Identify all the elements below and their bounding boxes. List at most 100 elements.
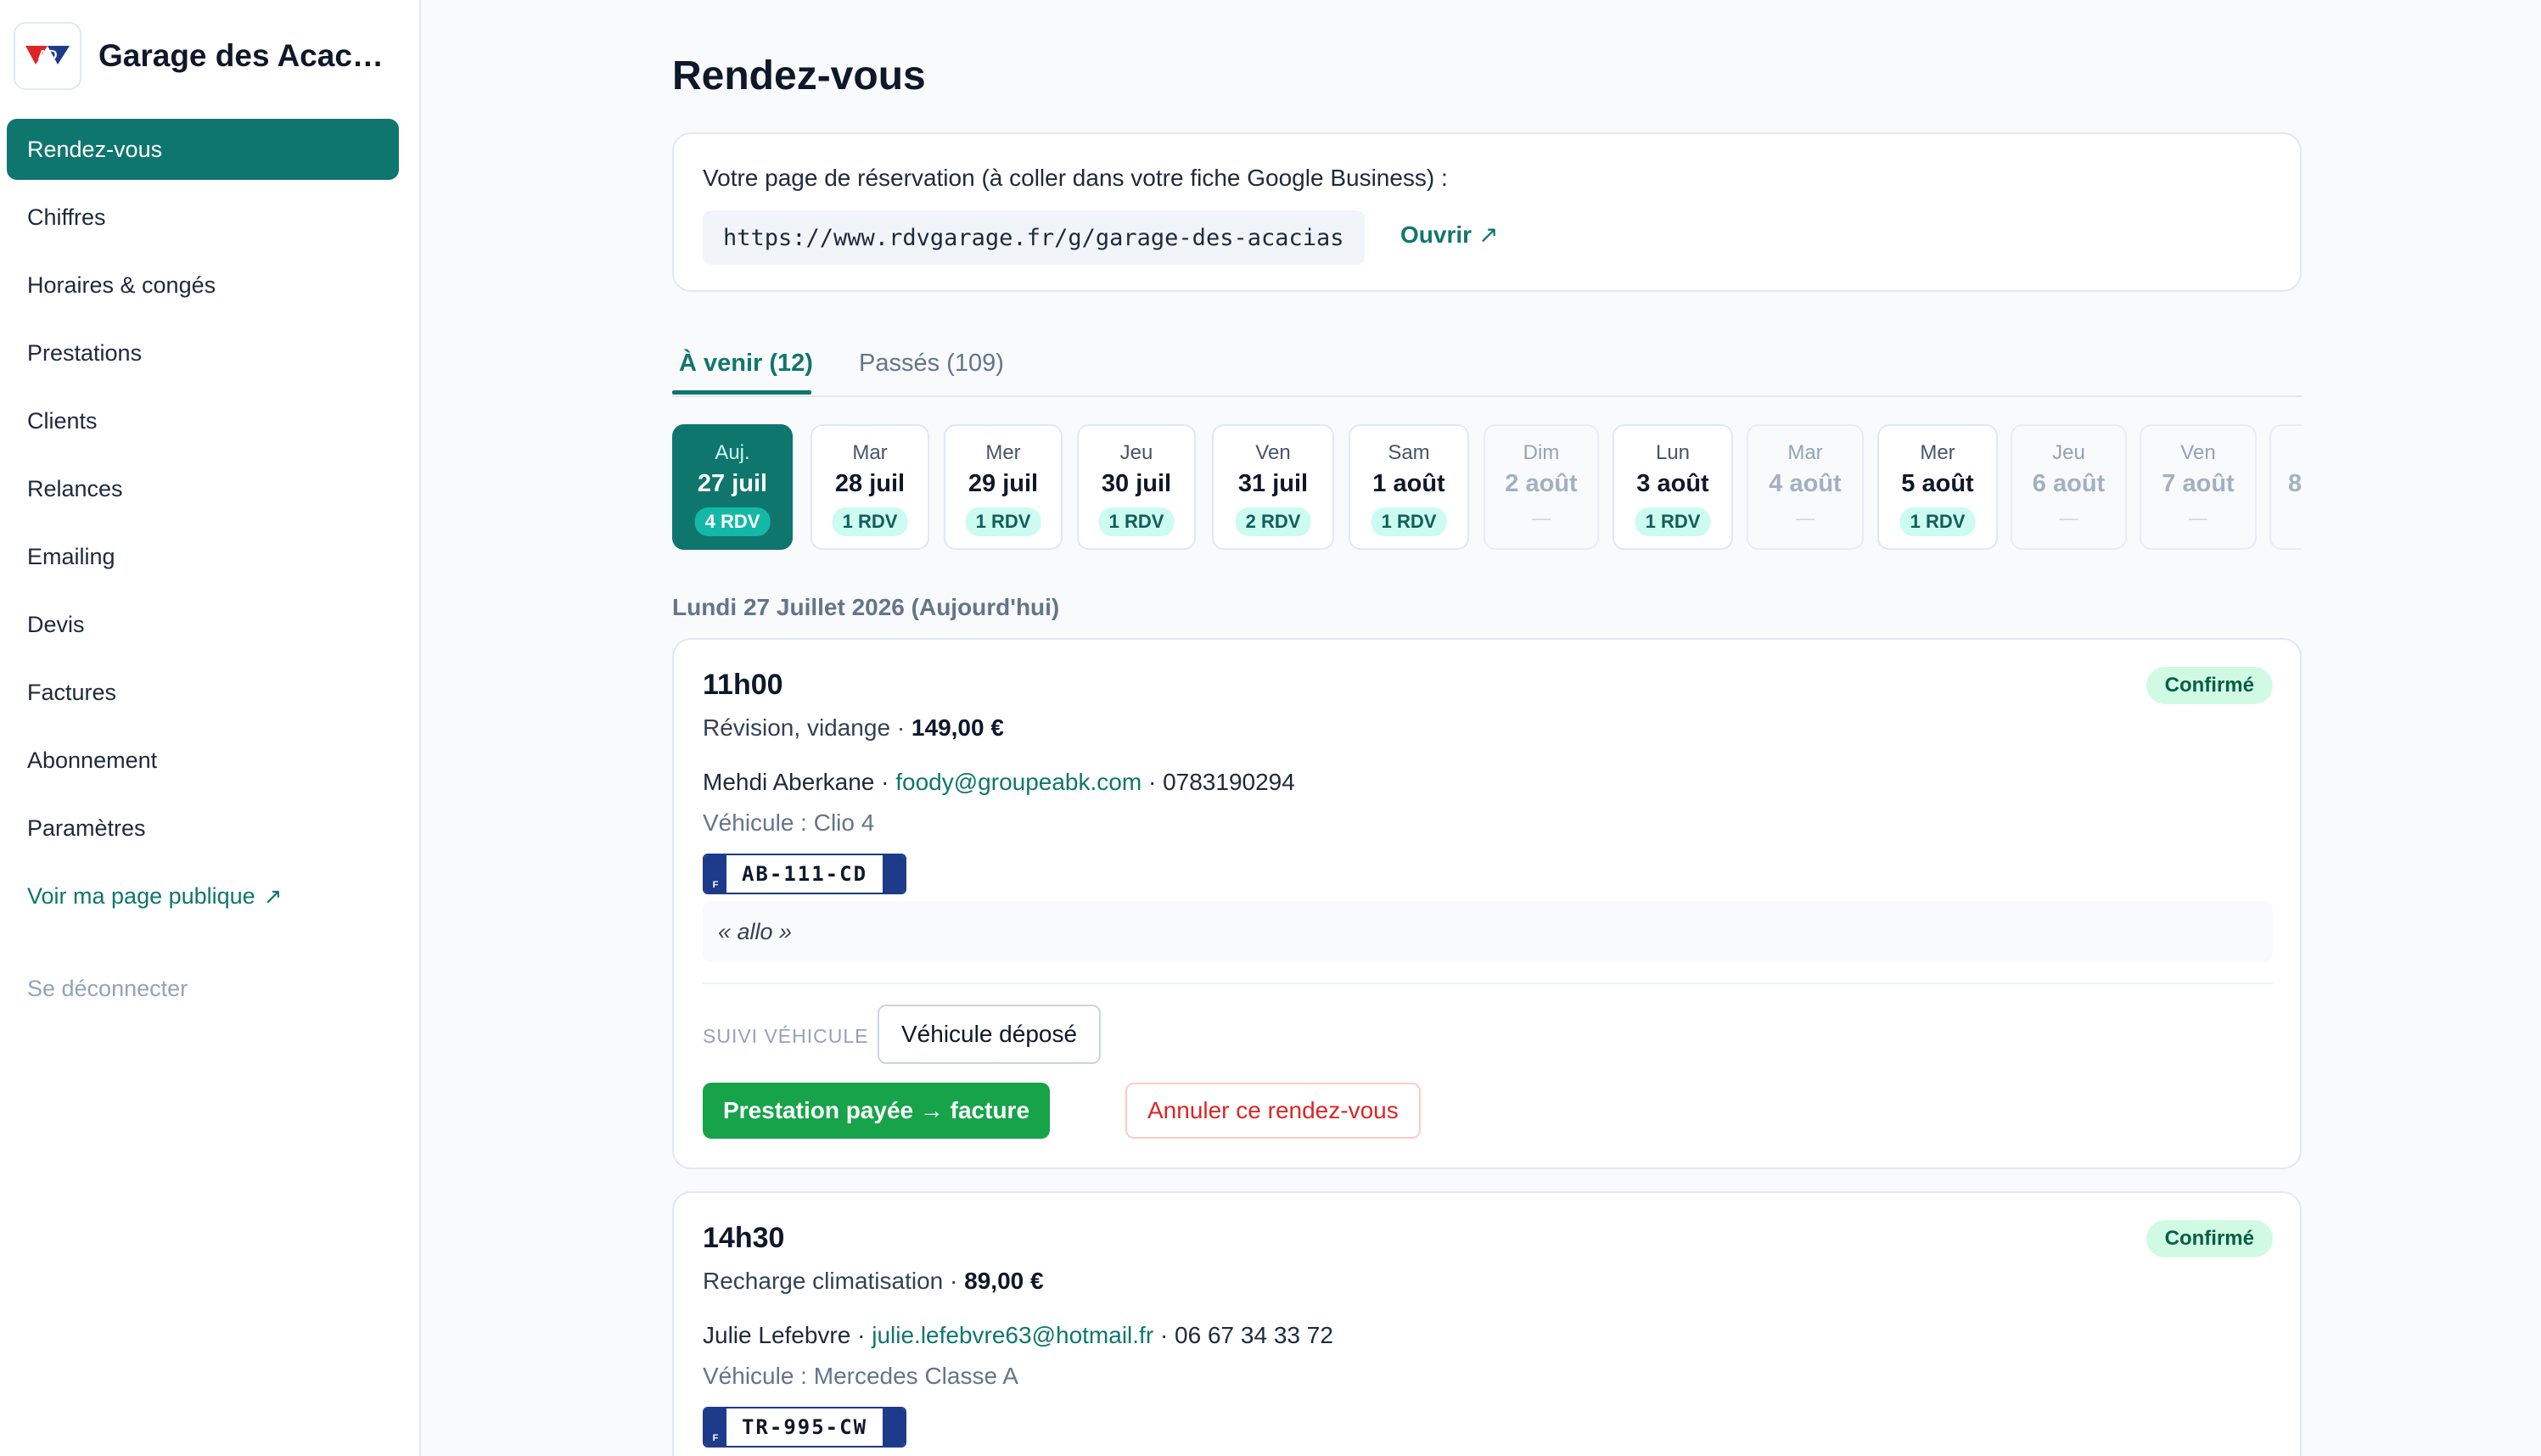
day-count-badge: 1 RDV: [1635, 507, 1711, 536]
sidebar-item-parametres[interactable]: Paramètres: [7, 798, 399, 859]
no-appointments-dash: —: [1796, 507, 1815, 529]
brand[interactable]: AD Garage des Acacias: [14, 22, 387, 90]
sidebar-nav: Rendez-vous Chiffres Horaires & congés P…: [7, 119, 399, 933]
sidebar-item-chiffres[interactable]: Chiffres: [7, 187, 399, 248]
status-badge: Confirmé: [2146, 667, 2273, 704]
sidebar-item-relances[interactable]: Relances: [7, 458, 399, 519]
day-date: 8: [2288, 470, 2302, 497]
plate-country-band: F: [704, 855, 726, 893]
status-badge: Confirmé: [2146, 1220, 2273, 1257]
day-name: Sam: [1388, 441, 1430, 464]
day-date: 3 août: [1636, 470, 1709, 497]
no-appointments-dash: —: [2189, 507, 2207, 529]
open-booking-link[interactable]: Ouvrir ↗: [1400, 221, 1499, 249]
day-name: Mar: [852, 441, 888, 464]
day-strip: Auj. 27 juil 4 RDV Mar 28 juil 1 RDV Mer…: [672, 424, 2302, 552]
appointment-time: 11h00: [703, 669, 783, 701]
separator: ·: [1147, 769, 1164, 795]
day-count-badge: 1 RDV: [1098, 507, 1175, 536]
logout-link[interactable]: Se déconnecter: [27, 976, 188, 1002]
plate-number: AB-111-CD: [741, 862, 868, 886]
client-contact: Julie Lefebvre · julie.lefebvre63@hotmai…: [703, 1322, 1333, 1349]
service-price: 89,00 €: [964, 1268, 1044, 1294]
sidebar-item-abonnement[interactable]: Abonnement: [7, 730, 399, 791]
external-link-icon: ↗: [263, 882, 283, 909]
day-card-partial[interactable]: 8: [2269, 424, 2302, 550]
sidebar-item-factures[interactable]: Factures: [7, 662, 399, 723]
cancel-appointment-button[interactable]: Annuler ce rendez-vous: [1125, 1083, 1421, 1139]
day-date: 29 juil: [968, 470, 1039, 497]
active-tab-indicator: [672, 390, 811, 395]
day-count-badge: 1 RDV: [1371, 507, 1447, 536]
page-title: Rendez-vous: [672, 53, 926, 98]
sidebar-item-prestations[interactable]: Prestations: [7, 322, 399, 384]
plate-region-band: [883, 855, 905, 893]
client-note: « allo »: [703, 901, 2273, 962]
svg-text:AD: AD: [37, 48, 57, 63]
separator: ·: [881, 769, 896, 795]
plate-country-band: F: [704, 1408, 726, 1446]
day-card[interactable]: Sam 1 août 1 RDV: [1349, 424, 1469, 550]
day-count-badge: 4 RDV: [694, 507, 771, 536]
day-card-closed: Jeu 6 août —: [2011, 424, 2127, 550]
sidebar-item-rendez-vous[interactable]: Rendez-vous: [7, 119, 399, 180]
tab-upcoming[interactable]: À venir (12): [679, 350, 813, 378]
client-email-link[interactable]: foody@groupeabk.com: [895, 769, 1141, 795]
day-name: Ven: [2180, 441, 2216, 464]
day-date: 4 août: [1769, 470, 1842, 497]
day-name: Jeu: [1119, 441, 1153, 464]
appointment-card: 14h30 Confirmé Recharge climatisation · …: [672, 1191, 2302, 1456]
day-card[interactable]: Ven 31 juil 2 RDV: [1212, 424, 1334, 550]
plate-region-band: [883, 1408, 905, 1446]
booking-page-card: Votre page de réservation (à coller dans…: [672, 132, 2302, 292]
day-card[interactable]: Mar 28 juil 1 RDV: [811, 424, 929, 550]
sidebar-item-clients[interactable]: Clients: [7, 390, 399, 451]
day-count-badge: 2 RDV: [1235, 507, 1311, 536]
service-name: Révision, vidange: [703, 714, 891, 741]
date-heading: Lundi 27 Juillet 2026 (Aujourd'hui): [672, 594, 1060, 620]
day-date: 2 août: [1505, 470, 1578, 497]
service-price: 149,00 €: [911, 714, 1004, 741]
sidebar-item-devis[interactable]: Devis: [7, 594, 399, 655]
license-plate: F TR-995-CW: [703, 1407, 906, 1448]
client-name: Julie Lefebvre: [703, 1322, 851, 1348]
client-email-link[interactable]: julie.lefebvre63@hotmail.fr: [872, 1322, 1153, 1348]
day-date: 30 juil: [1101, 470, 1172, 497]
day-card[interactable]: Jeu 30 juil 1 RDV: [1077, 424, 1196, 550]
day-date: 5 août: [1901, 470, 1974, 497]
garage-logo: AD: [14, 22, 81, 90]
day-card[interactable]: Mer 29 juil 1 RDV: [944, 424, 1063, 550]
no-appointments-dash: —: [1532, 507, 1551, 529]
sidebar-item-horaires[interactable]: Horaires & congés: [7, 255, 399, 316]
day-card[interactable]: Mer 5 août 1 RDV: [1877, 424, 1998, 550]
booking-url[interactable]: https://www.rdvgarage.fr/g/garage-des-ac…: [703, 210, 1365, 265]
separator: ·: [950, 1268, 965, 1294]
day-name: Mer: [985, 441, 1021, 464]
day-count-badge: 1 RDV: [1899, 507, 1976, 536]
day-card-closed: Mar 4 août —: [1747, 424, 1864, 550]
separator: ·: [1159, 1322, 1175, 1348]
day-card[interactable]: Auj. 27 juil 4 RDV: [672, 424, 793, 550]
day-count-badge: 1 RDV: [965, 507, 1041, 536]
separator: ·: [857, 1322, 872, 1348]
mark-paid-invoice-button[interactable]: Prestation payée → facture: [703, 1083, 1051, 1139]
day-card[interactable]: Lun 3 août 1 RDV: [1613, 424, 1733, 550]
appointment-card: 11h00 Confirmé Révision, vidange · 149,0…: [672, 638, 2302, 1169]
client-phone: 06 67 34 33 72: [1175, 1322, 1333, 1348]
open-label: Ouvrir: [1400, 221, 1472, 248]
client-contact: Mehdi Aberkane · foody@groupeabk.com · 0…: [703, 769, 1295, 796]
day-name: Dim: [1523, 441, 1560, 464]
sidebar-item-emailing[interactable]: Emailing: [7, 526, 399, 587]
vehicle-dropped-button[interactable]: Véhicule déposé: [878, 1005, 1102, 1064]
day-name: Mer: [1920, 441, 1955, 464]
day-date: 6 août: [2032, 470, 2106, 497]
day-name: Mar: [1787, 441, 1823, 464]
vehicle-tracking-label: SUIVI VÉHICULE: [703, 1025, 869, 1047]
vehicle-model: Véhicule : Clio 4: [703, 809, 875, 836]
tab-past[interactable]: Passés (109): [859, 350, 1004, 378]
day-name: Ven: [1255, 441, 1291, 464]
day-date: 28 juil: [834, 470, 906, 497]
day-date: 7 août: [2162, 470, 2235, 497]
public-page-link[interactable]: Voir ma page publique ↗: [7, 865, 399, 927]
day-date: 27 juil: [697, 470, 768, 497]
